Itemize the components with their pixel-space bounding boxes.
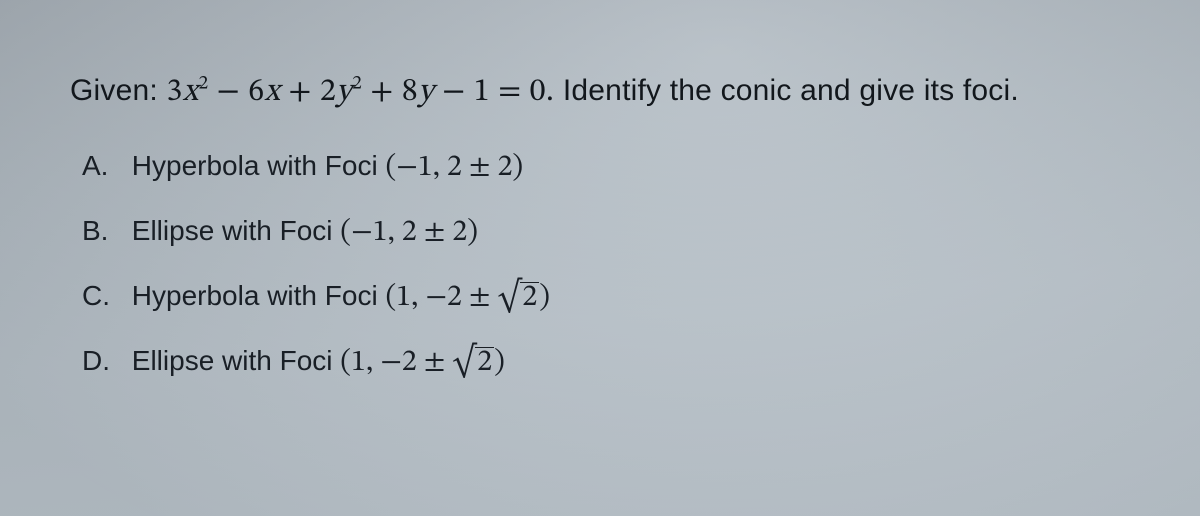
option-marker: D. (82, 347, 124, 375)
option-b[interactable]: B. Ellipse with Foci (−1, 2 ± 2) (82, 217, 1130, 248)
option-middle: with Foci (214, 345, 340, 376)
option-label: Hyperbola (132, 150, 260, 181)
option-c[interactable]: C. Hyperbola with Foci (1, −2 ± 2) (82, 282, 1130, 313)
option-foci: (1, −2 ± 2) (385, 283, 550, 313)
option-marker: A. (82, 152, 124, 180)
option-marker: B. (82, 217, 124, 245)
option-foci: (1, −2 ± 2) (340, 348, 505, 378)
answer-options: A. Hyperbola with Foci (−1, 2 ± 2) B. El… (70, 152, 1130, 378)
option-label: Ellipse (132, 345, 214, 376)
option-label: Hyperbola (132, 280, 260, 311)
option-foci: (−1, 2 ± 2) (340, 218, 478, 248)
option-label: Ellipse (132, 215, 214, 246)
question-stem: Given: 3x2 − 6x + 2y2 + 8y − 1 = 0. Iden… (70, 68, 1130, 118)
option-middle: with Foci (259, 150, 385, 181)
question-tail: Identify the conic and give its foci. (554, 74, 1019, 107)
question-equation: 3x2 − 6x + 2y2 + 8y − 1 = 0. (166, 76, 554, 108)
option-marker: C. (82, 282, 124, 310)
question-page: Given: 3x2 − 6x + 2y2 + 8y − 1 = 0. Iden… (0, 0, 1200, 378)
option-d[interactable]: D. Ellipse with Foci (1, −2 ± 2) (82, 347, 1130, 378)
question-lead: Given: (70, 74, 166, 107)
option-a[interactable]: A. Hyperbola with Foci (−1, 2 ± 2) (82, 152, 1130, 183)
option-foci: (−1, 2 ± 2) (385, 153, 523, 183)
option-middle: with Foci (259, 280, 385, 311)
option-middle: with Foci (214, 215, 340, 246)
